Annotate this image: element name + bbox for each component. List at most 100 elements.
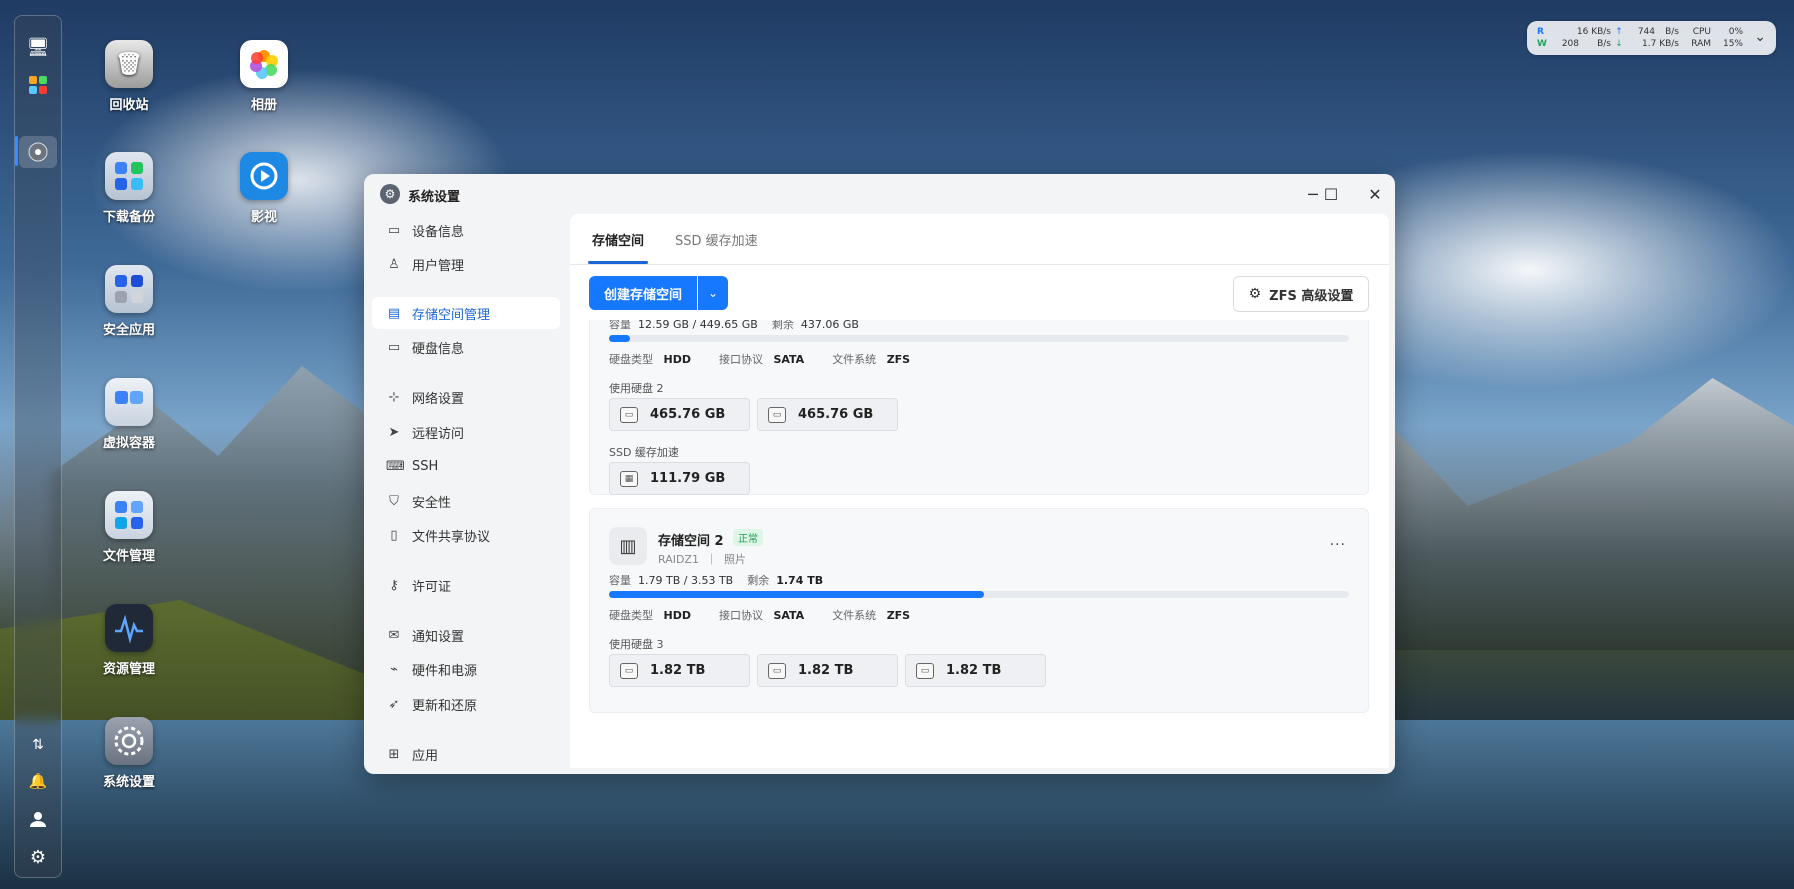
zfs-button-label: ZFS 高级设置	[1269, 288, 1354, 304]
disk-chip[interactable]: ▭ 465.76 GB	[757, 398, 898, 431]
desktop-icon-security-apps[interactable]: 安全应用	[84, 265, 174, 338]
nav-hardware-power[interactable]: ⌁ 硬件和电源	[372, 653, 560, 685]
user-icon[interactable]	[24, 805, 52, 833]
gear-icon: ⚙	[1248, 286, 1262, 302]
transfer-icon[interactable]: ⇅	[24, 731, 52, 759]
nav-ssh[interactable]: ⌨ SSH	[372, 450, 560, 482]
storage-icon: ▤	[387, 305, 401, 321]
settings-window: ⚙ 系统设置 ─ ☐ ✕ ▭ 设备信息 ♙ 用户管理 ▤ 存储空间管理 ▭ 硬盘信息 ⊹…	[364, 174, 1395, 774]
pool-usage-bar	[609, 335, 1349, 342]
pool-usage-bar	[609, 591, 1349, 598]
nav-user-management[interactable]: ♙ 用户管理	[372, 248, 560, 280]
nav-license[interactable]: ⚷ 许可证	[372, 569, 560, 601]
app-grid-icon[interactable]	[24, 71, 52, 99]
tab-storage[interactable]: 存储空间	[592, 230, 644, 249]
desktop-icon-virtual-container[interactable]: 虚拟容器	[84, 378, 174, 451]
disk-icon: ▭	[387, 339, 401, 355]
desktop-icon-photos[interactable]: 相册	[219, 40, 309, 113]
device-icon: ▭	[387, 222, 401, 238]
nav-remote-access[interactable]: ➤ 远程访问	[372, 416, 560, 448]
nav-security[interactable]: ⛉ 安全性	[372, 485, 560, 517]
video-icon	[240, 152, 288, 200]
security-apps-icon	[105, 265, 153, 313]
chevron-down-icon[interactable]: ⌄	[1754, 29, 1766, 45]
disk-chip[interactable]: ▭ 1.82 TB	[905, 654, 1046, 687]
nav-device-info[interactable]: ▭ 设备信息	[372, 214, 560, 246]
dock: 🖥 ⇅ 🔔 ⚙	[14, 15, 62, 878]
nav-disk-info[interactable]: ▭ 硬盘信息	[372, 331, 560, 363]
app-logo-icon: ⚙	[380, 184, 400, 204]
desktop-icon-label: 文件管理	[102, 549, 155, 564]
nas-icon: ▥	[609, 527, 647, 565]
nav-notifications[interactable]: ✉ 通知设置	[372, 619, 560, 651]
system-monitor-widget[interactable]: R 16 KB/s ↑ 744 B/s CPU 0% W 208 B/s ↓ 1…	[1527, 21, 1776, 55]
nav-network[interactable]: ⊹ 网络设置	[372, 381, 560, 413]
pool-name: 存储空间 2	[658, 534, 724, 549]
nav-update-restore[interactable]: ➶ 更新和还原	[372, 688, 560, 720]
upload-unit: B/s	[1665, 27, 1679, 37]
nav-label: 硬件和电源	[412, 663, 478, 679]
file-manager-icon	[105, 491, 153, 539]
virtual-container-icon	[105, 378, 153, 426]
pool-usage-fill	[609, 335, 630, 342]
ram-value: 15%	[1722, 39, 1743, 49]
hdd-icon: ▭	[768, 406, 786, 423]
mail-icon: ✉	[388, 627, 400, 643]
desktop-icon-trash[interactable]: 🗑 回收站	[84, 40, 174, 113]
storage-pool-card: 容量 12.59 GB / 449.65 GB 剩余 437.06 GB 硬盘类…	[589, 320, 1369, 495]
desktop-icon-settings[interactable]: 系统设置	[84, 717, 174, 790]
disk-chip[interactable]: ▭ 1.82 TB	[757, 654, 898, 687]
desktop-icon-file-manager[interactable]: 文件管理	[84, 491, 174, 564]
storage-list[interactable]: 容量 12.59 GB / 449.65 GB 剩余 437.06 GB 硬盘类…	[570, 320, 1389, 768]
disk-chip[interactable]: ▭ 465.76 GB	[609, 398, 750, 431]
window-titlebar[interactable]: ⚙ 系统设置 ─ ☐ ✕	[364, 174, 1395, 214]
read-speed: 16 KB/s	[1576, 27, 1611, 37]
user-icon: ♙	[388, 256, 400, 272]
nav-label: 许可证	[412, 579, 452, 595]
write-label: W	[1537, 39, 1547, 49]
desktop-icon-video[interactable]: 影视	[219, 152, 309, 225]
hdd-icon: ▭	[620, 662, 638, 679]
nav-label: 文件共享协议	[412, 529, 491, 545]
settings-dock-icon[interactable]	[24, 138, 52, 166]
pool-subtitle: RAIDZ1 ｜ 照片	[658, 553, 746, 566]
desktop-icon-label: 相册	[250, 98, 277, 113]
pool-usage-fill	[609, 591, 985, 598]
nav-label: 硬盘信息	[412, 341, 465, 357]
used-disks-label: 使用硬盘 2	[609, 382, 664, 395]
nav-storage-management[interactable]: ▤ 存储空间管理	[372, 297, 560, 329]
nav-label: 存储空间管理	[412, 307, 491, 323]
shield-icon: ⛉	[389, 493, 399, 509]
maximize-button[interactable]: ☐	[1317, 182, 1345, 206]
create-dropdown-button[interactable]: ⌄	[698, 276, 728, 310]
nav-label: 设备信息	[412, 224, 465, 240]
rocket-icon: ➶	[388, 696, 400, 712]
disk-chip[interactable]: ▭ 1.82 TB	[609, 654, 750, 687]
ssh-icon: ⌨	[386, 458, 405, 474]
pool-capacity: 容量 1.79 TB / 3.53 TB 剩余 1.74 TB	[609, 574, 824, 587]
create-storage-button[interactable]: 创建存储空间	[589, 276, 697, 310]
bell-icon[interactable]: 🔔	[24, 767, 52, 795]
gear-icon[interactable]: ⚙	[24, 843, 52, 871]
download-icon: ↓	[1615, 39, 1623, 49]
download-speed: 1.7 KB/s	[1642, 39, 1679, 49]
hdd-icon: ▭	[768, 662, 786, 679]
settings-icon	[105, 717, 153, 765]
close-button[interactable]: ✕	[1361, 182, 1389, 206]
nav-label: 用户管理	[412, 258, 465, 274]
monitor-icon[interactable]: 🖥	[24, 33, 52, 61]
more-options-button[interactable]: ···	[1330, 537, 1346, 553]
desktop-icon-resource-monitor[interactable]: 资源管理	[84, 604, 174, 677]
zfs-advanced-button[interactable]: ⚙ ZFS 高级设置	[1233, 276, 1369, 312]
nav-label: SSH	[412, 458, 439, 474]
ssd-cache-label: SSD 缓存加速	[609, 446, 679, 459]
tab-ssd-cache[interactable]: SSD 缓存加速	[675, 230, 758, 249]
desktop-icon-label: 虚拟容器	[102, 436, 155, 451]
nav-file-share[interactable]: ▯ 文件共享协议	[372, 519, 560, 551]
nav-apps[interactable]: ⊞ 应用	[372, 738, 560, 770]
desktop-icon-download-backup[interactable]: 下载备份	[84, 152, 174, 225]
tab-bar: 存储空间 SSD 缓存加速	[570, 214, 1389, 265]
ssd-chip[interactable]: ▦ 111.79 GB	[609, 462, 750, 495]
power-icon: ⌁	[390, 661, 398, 677]
pool-capacity: 容量 12.59 GB / 449.65 GB 剩余 437.06 GB	[609, 320, 859, 331]
